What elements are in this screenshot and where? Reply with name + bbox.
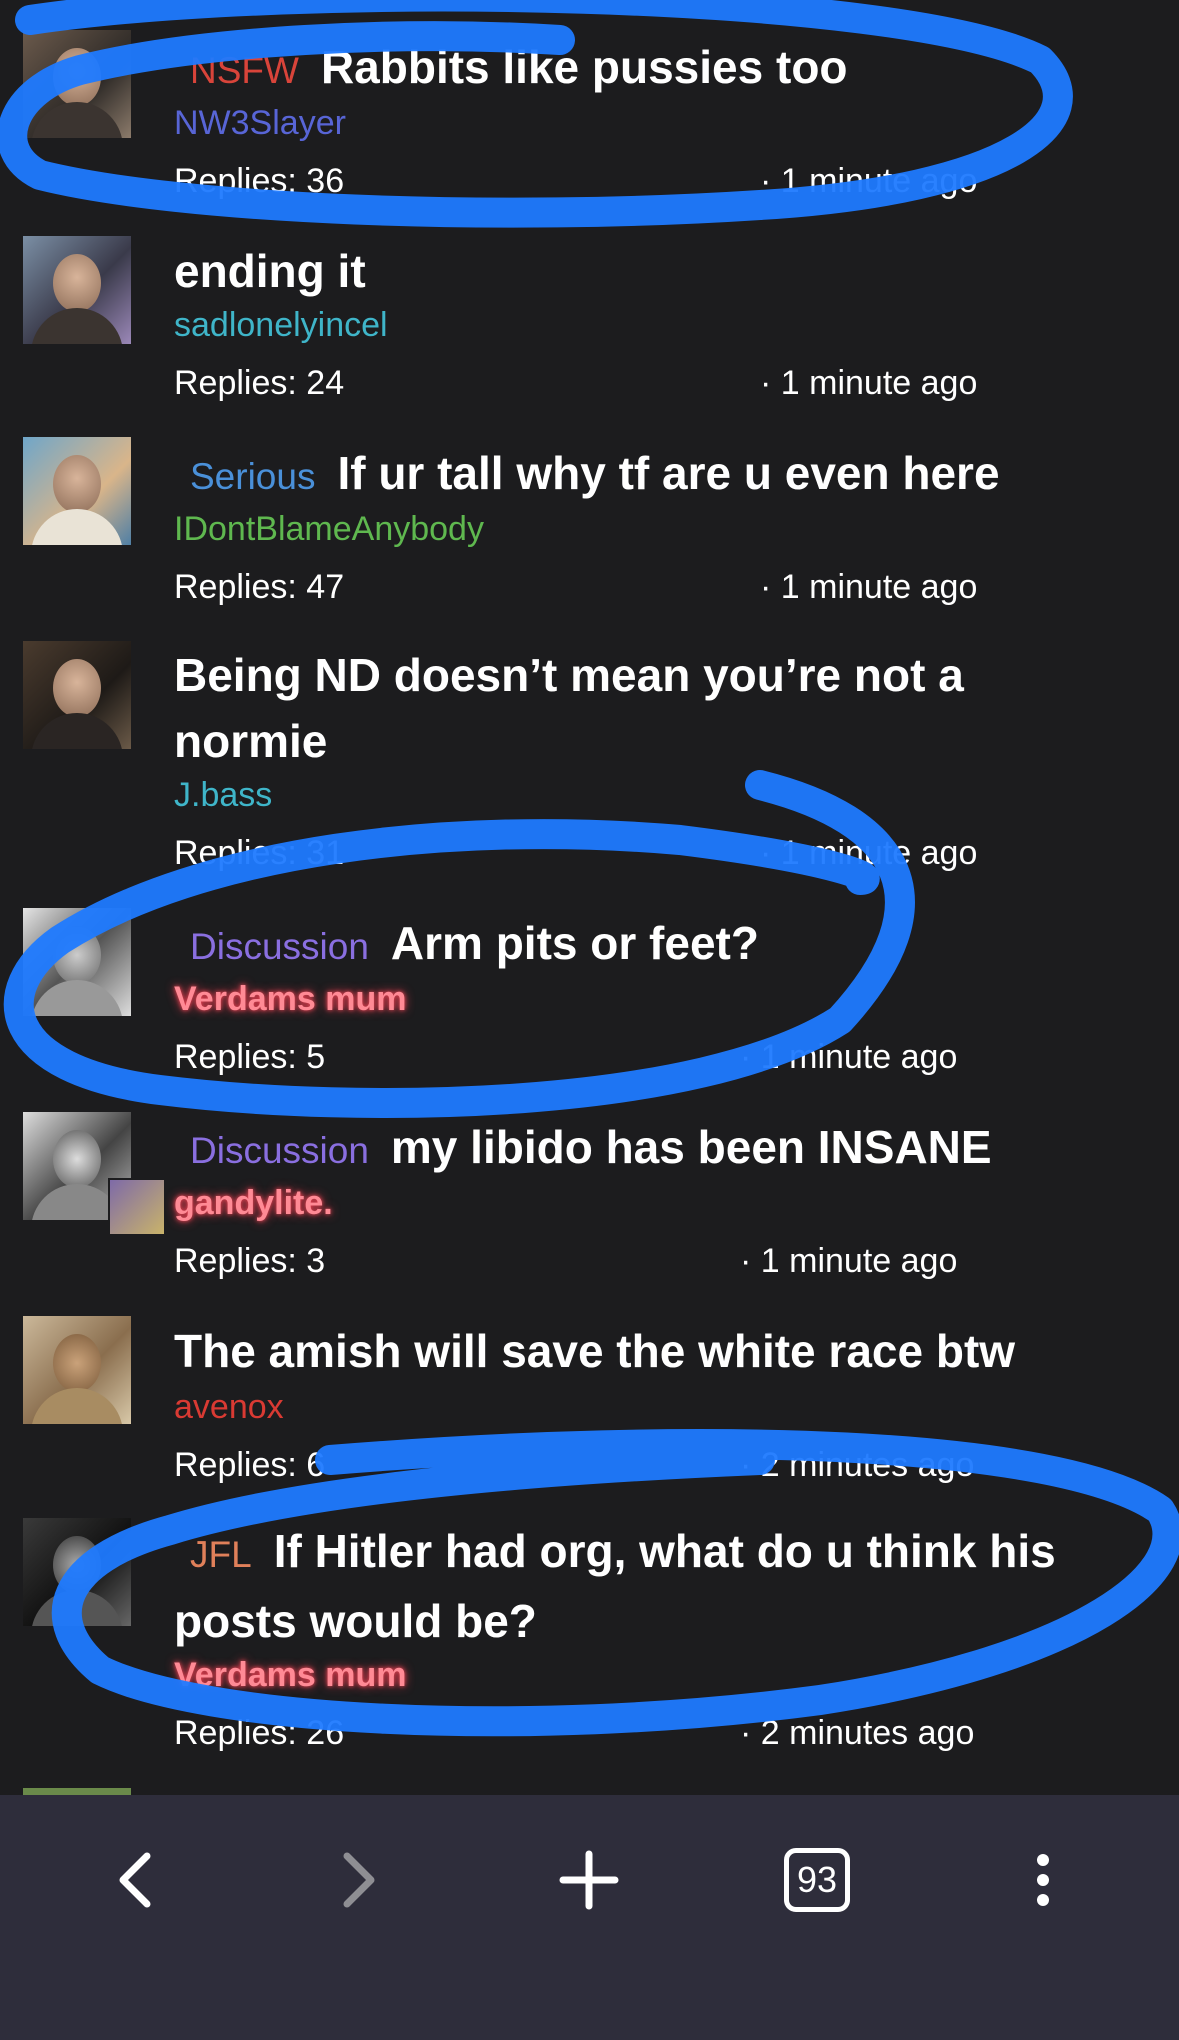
thread-title: Rabbits like pussies too [320, 41, 848, 93]
back-button[interactable] [90, 1835, 180, 1925]
thread-title-row[interactable]: Being ND doesn’t mean you’re not a normi… [174, 642, 979, 774]
thread-tag: Discussion [190, 1130, 369, 1171]
thread-title: Being ND doesn’t mean you’re not a normi… [174, 649, 964, 767]
thread-time: · 1 minute ago [760, 162, 978, 200]
avatar[interactable] [23, 1518, 131, 1626]
thread-title-row[interactable]: Discussion Arm pits or feet? [174, 910, 1139, 980]
chevron-left-icon [119, 1852, 151, 1908]
thread-title-row[interactable]: ending it [174, 238, 1139, 304]
thread-author[interactable]: IDontBlameAnybody [174, 510, 484, 549]
thread-time: · 1 minute ago [760, 834, 978, 872]
thread-title: my libido has been INSANE [390, 1121, 992, 1173]
reply-count: Replies: 5 [174, 1038, 326, 1076]
thread-time: · 1 minute ago [760, 568, 978, 606]
thread-author[interactable]: gandylite. [174, 1184, 333, 1223]
avatar[interactable] [23, 30, 131, 138]
thread-time: · 1 minute ago [740, 1038, 958, 1076]
thread-time: · 1 minute ago [740, 1242, 958, 1280]
next-avatar-peek [23, 1788, 131, 1795]
forward-button[interactable] [314, 1835, 404, 1925]
mini-avatar [108, 1178, 166, 1236]
thread-title: If Hitler had org, what do u think his p… [174, 1525, 1056, 1647]
thread-tag: Discussion [190, 926, 369, 967]
thread-author[interactable]: Verdams mum [174, 1656, 406, 1695]
thread-author[interactable]: Verdams mum [174, 980, 406, 1019]
tab-count: 93 [784, 1848, 850, 1912]
reply-count: Replies: 31 [174, 834, 345, 872]
plus-icon [559, 1850, 619, 1910]
thread-author[interactable]: sadlonelyincel [174, 306, 388, 345]
thread-author[interactable]: J.bass [174, 776, 272, 815]
thread-title-row[interactable]: JFL If Hitler had org, what do u think hi… [174, 1518, 1149, 1654]
browser-toolbar: 93 [0, 1795, 1179, 2040]
thread-time: · 1 minute ago [760, 364, 978, 402]
thread-tag: NSFW [190, 50, 299, 91]
vertical-dots-icon [1037, 1854, 1049, 1906]
thread-title: Arm pits or feet? [390, 917, 759, 969]
reply-count: Replies: 24 [174, 364, 345, 402]
avatar[interactable] [23, 437, 131, 545]
reply-count: Replies: 6 [174, 1446, 326, 1484]
thread-time: · 2 minutes ago [740, 1714, 975, 1752]
reply-count: Replies: 3 [174, 1242, 326, 1280]
reply-count: Replies: 47 [174, 568, 345, 606]
thread-tag: Serious [190, 456, 316, 497]
chevron-right-icon [343, 1852, 375, 1908]
reply-count: Replies: 36 [174, 162, 345, 200]
avatar[interactable] [23, 1316, 131, 1424]
tab-switcher-button[interactable]: 93 [772, 1835, 862, 1925]
thread-time: · 2 minutes ago [740, 1446, 975, 1484]
thread-title-row[interactable]: Discussion my libido has been INSANE [174, 1114, 1139, 1184]
avatar[interactable] [23, 641, 131, 749]
new-tab-button[interactable] [544, 1835, 634, 1925]
thread-title-row[interactable]: The amish will save the white race btw [174, 1318, 1139, 1384]
reply-count: Replies: 26 [174, 1714, 345, 1752]
avatar[interactable] [23, 236, 131, 344]
menu-button[interactable] [998, 1835, 1088, 1925]
thread-tag: JFL [190, 1534, 252, 1575]
thread-title-row[interactable]: NSFW Rabbits like pussies too [174, 34, 1139, 104]
thread-title-row[interactable]: Serious If ur tall why tf are u even here [174, 440, 1139, 510]
thread-title: The amish will save the white race btw [174, 1325, 1016, 1377]
thread-author[interactable]: avenox [174, 1388, 284, 1427]
thread-title: ending it [174, 245, 366, 297]
avatar[interactable] [23, 908, 131, 1016]
thread-author[interactable]: NW3Slayer [174, 104, 346, 143]
thread-title: If ur tall why tf are u even here [337, 447, 1000, 499]
